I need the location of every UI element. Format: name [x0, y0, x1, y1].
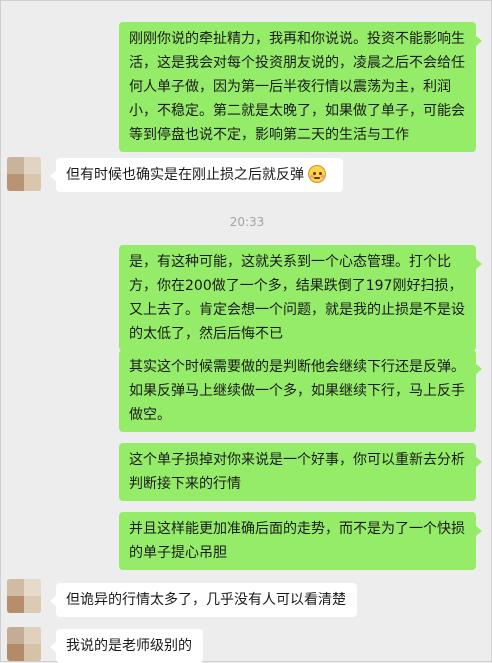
message-bubble-outgoing[interactable]: 这个单子损掉对你来说是一个好事，你可以重新去分析判断接下来的行情 [119, 443, 482, 501]
message-text: 但有时候也确实是在刚止损之后就反弹 [66, 167, 304, 183]
avatar[interactable] [7, 627, 41, 661]
message-text: 刚刚你说的牵扯精力，我再和你说说。投资不能影响生活，这是我会对每个投资朋友说的，… [129, 31, 465, 143]
chat-window: 刚刚你说的牵扯精力，我再和你说说。投资不能影响生活，这是我会对每个投资朋友说的，… [0, 0, 492, 663]
message-text: 是，有这种可能，这就关系到一个心态管理。打个比方，你在200做了一个多，结果跌倒… [129, 254, 465, 342]
avatar[interactable] [7, 157, 41, 191]
message-bubble-outgoing[interactable]: 刚刚你说的牵扯精力，我再和你说说。投资不能影响生活，这是我会对每个投资朋友说的，… [119, 22, 482, 152]
message-text: 我说的是老师级别的 [66, 638, 192, 654]
message-bubble-incoming[interactable]: 但有时候也确实是在刚止损之后就反弹 [50, 158, 343, 192]
message-text: 但诡异的行情太多了，几乎没有人可以看清楚 [66, 592, 346, 608]
message-bubble-outgoing[interactable]: 并且这样能更加准确后面的走势，而不是为了一个快损的单子提心吊胆 [119, 512, 482, 570]
message-bubble-outgoing[interactable]: 是，有这种可能，这就关系到一个心态管理。打个比方，你在200做了一个多，结果跌倒… [119, 245, 482, 351]
message-bubble-incoming[interactable]: 但诡异的行情太多了，几乎没有人可以看清楚 [50, 583, 357, 617]
avatar[interactable] [7, 579, 41, 613]
message-text: 其实这个时候需要做的是判断他会继续下行还是反弹。如果反弹马上继续做一个多，如果继… [129, 359, 465, 423]
message-text: 并且这样能更加准确后面的走势，而不是为了一个快损的单子提心吊胆 [129, 521, 465, 561]
message-bubble-outgoing[interactable]: 其实这个时候需要做的是判断他会继续下行还是反弹。如果反弹马上继续做一个多，如果继… [119, 350, 482, 432]
flushed-face-emoji-icon [308, 165, 326, 183]
message-bubble-incoming[interactable]: 我说的是老师级别的 [50, 629, 203, 663]
message-text: 这个单子损掉对你来说是一个好事，你可以重新去分析判断接下来的行情 [129, 452, 465, 492]
message-timestamp: 20:33 [229, 215, 265, 229]
